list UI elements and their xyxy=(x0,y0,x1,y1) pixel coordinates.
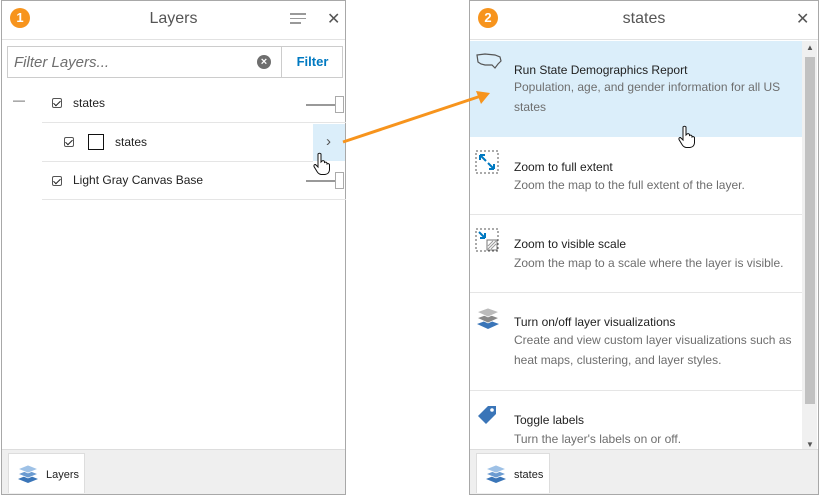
layers-stack-icon xyxy=(17,464,39,483)
actions-titlebar: 2 states ✕ xyxy=(470,1,818,40)
action-title: Zoom to full extent xyxy=(514,160,613,174)
polygon-symbol-icon xyxy=(88,134,104,150)
us-map-icon xyxy=(476,53,502,69)
layers-icon xyxy=(476,307,500,329)
tab-states[interactable]: states xyxy=(476,453,550,493)
opacity-slider-handle[interactable] xyxy=(335,96,344,113)
panel-footer: Layers xyxy=(2,449,345,494)
scroll-up-icon[interactable]: ▲ xyxy=(806,43,814,52)
tab-label: Layers xyxy=(46,469,80,481)
action-zoom-visible-scale[interactable]: Zoom to visible scale Zoom the map to a … xyxy=(470,215,802,293)
collapse-icon[interactable]: — xyxy=(13,93,25,107)
action-toggle-labels[interactable]: Toggle labels Turn the layer's labels on… xyxy=(470,391,802,451)
layers-stack-icon xyxy=(485,464,507,483)
filter-input[interactable] xyxy=(8,47,280,77)
label-tag-icon xyxy=(478,406,496,424)
tab-label: states xyxy=(514,469,544,481)
sublayer-checkbox[interactable] xyxy=(64,137,74,147)
layer-label: states xyxy=(73,96,106,110)
hand-cursor-icon xyxy=(678,125,695,148)
full-extent-icon xyxy=(475,150,499,174)
sublayer-label: states xyxy=(115,135,148,149)
close-icon[interactable]: ✕ xyxy=(796,9,809,29)
filter-button[interactable]: Filter xyxy=(281,47,343,77)
action-run-demographics-report[interactable]: Run State Demographics Report Population… xyxy=(470,41,802,137)
action-description: Zoom the map to the full extent of the l… xyxy=(514,178,745,192)
close-icon[interactable]: ✕ xyxy=(327,9,340,29)
action-title: Zoom to visible scale xyxy=(514,237,627,251)
layer-actions-panel: 2 states ✕ Run State Demographics Report… xyxy=(469,0,819,495)
action-title: Run State Demographics Report xyxy=(514,63,688,77)
visible-scale-icon xyxy=(475,228,499,252)
sublayer-row-states[interactable] xyxy=(42,124,313,162)
action-zoom-full-extent[interactable]: Zoom to full extent Zoom the map to the … xyxy=(470,137,802,215)
clear-icon[interactable]: × xyxy=(257,55,271,69)
vertical-scrollbar[interactable]: ▲ ▼ xyxy=(802,41,817,451)
action-description: Population, age, and gender information … xyxy=(514,80,781,114)
action-title: Turn on/off layer visualizations xyxy=(514,315,676,329)
scrollbar-thumb[interactable] xyxy=(805,57,815,404)
layer-checkbox[interactable] xyxy=(52,176,62,186)
action-description: Zoom the map to a scale where the layer … xyxy=(514,256,784,270)
layers-titlebar: 1 Layers ✕ xyxy=(2,1,345,40)
action-layer-visualizations[interactable]: Turn on/off layer visualizations Create … xyxy=(470,293,802,391)
action-description: Create and view custom layer visualizati… xyxy=(514,333,792,367)
filter-bar: × Filter xyxy=(7,46,343,78)
panel-title: states xyxy=(622,10,666,27)
tab-layers[interactable]: Layers xyxy=(8,453,85,493)
opacity-slider-handle[interactable] xyxy=(335,172,344,189)
layer-checkbox[interactable] xyxy=(52,98,62,108)
menu-icon[interactable] xyxy=(290,13,306,25)
layer-label: Light Gray Canvas Base xyxy=(73,173,204,187)
action-title: Toggle labels xyxy=(514,413,585,427)
hand-cursor-icon xyxy=(313,152,330,175)
layers-panel: 1 Layers ✕ × Filter — states states › Li… xyxy=(1,0,346,495)
scroll-down-icon[interactable]: ▼ xyxy=(806,440,814,449)
action-description: Turn the layer's labels on or off. xyxy=(514,432,682,446)
chevron-right-icon: › xyxy=(326,133,331,150)
panel-footer: states xyxy=(470,449,818,494)
